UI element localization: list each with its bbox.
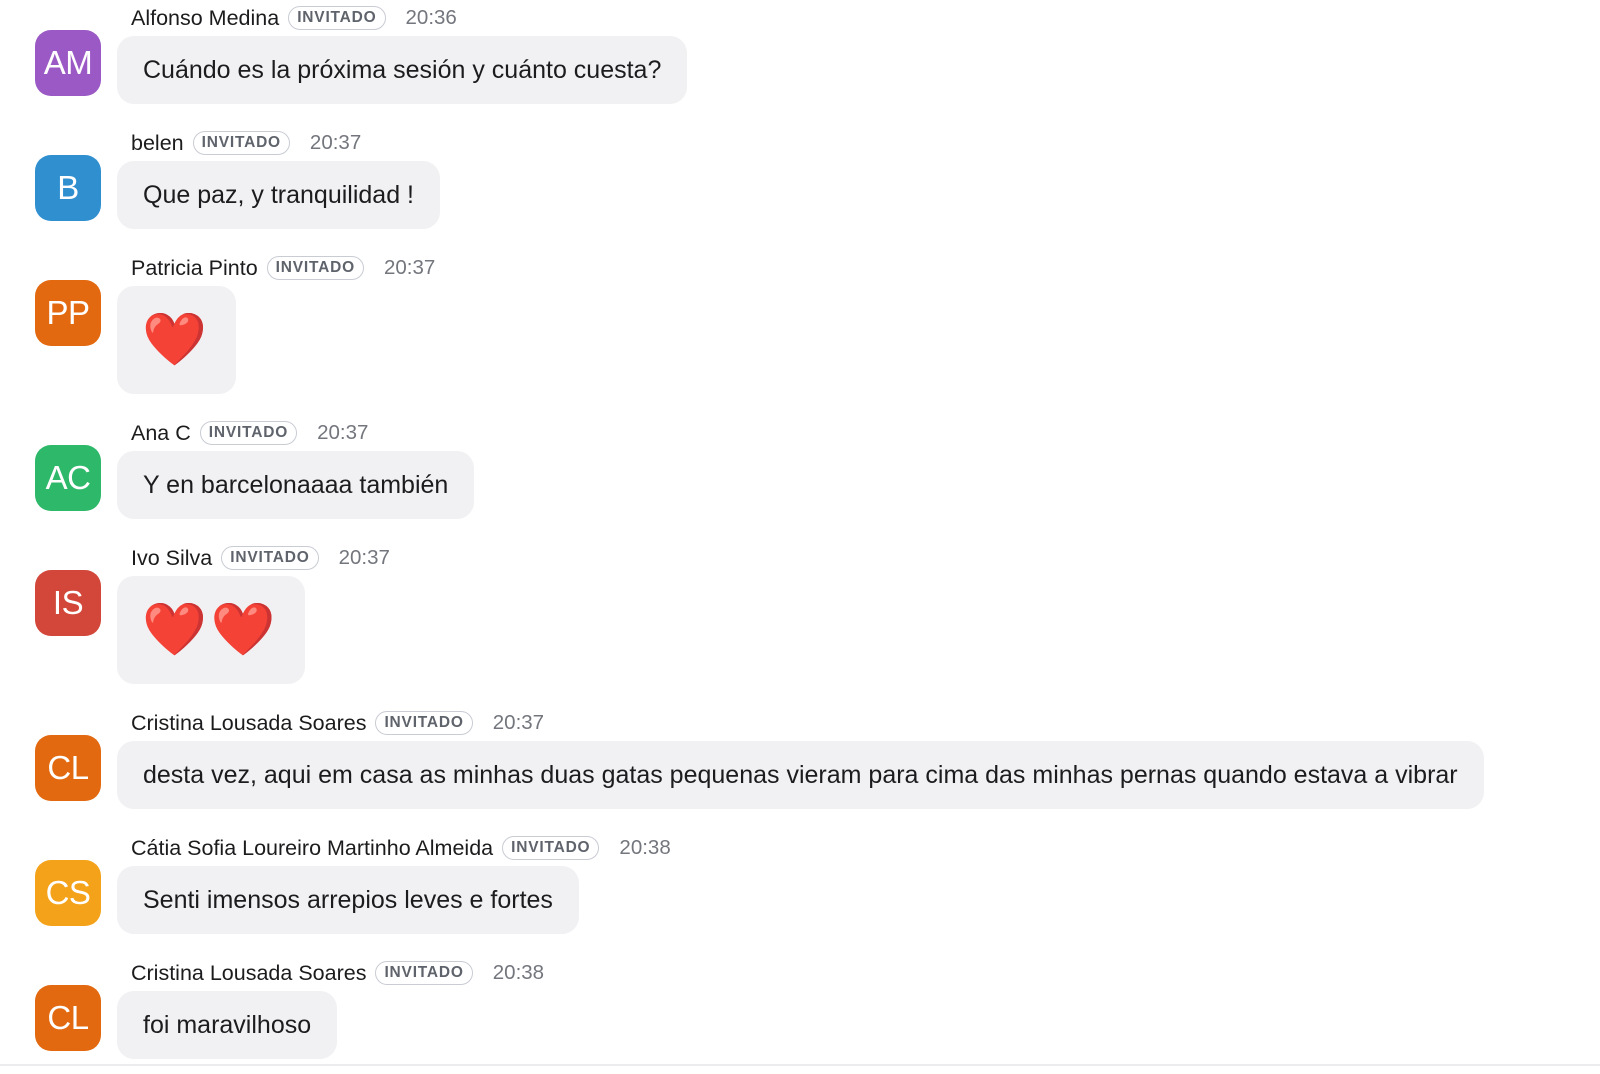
divider [0, 1064, 1600, 1074]
sender-name[interactable]: Ana C [131, 421, 191, 446]
message-time: 20:38 [492, 961, 545, 984]
guest-badge: INVITADO [266, 256, 364, 280]
message-time: 20:37 [309, 131, 362, 154]
avatar: AM [35, 30, 101, 96]
message-bubble[interactable]: foi maravilhoso [117, 991, 338, 1059]
sender-name[interactable]: Cátia Sofia Loureiro Martinho Almeida [131, 836, 493, 861]
message-header: belen INVITADO 20:37 [131, 128, 361, 158]
message-header: Ivo Silva INVITADO 20:37 [131, 543, 390, 573]
message-header: Ana C INVITADO 20:37 [131, 418, 368, 448]
sender-name[interactable]: Ivo Silva [131, 546, 212, 571]
sender-name[interactable]: Alfonso Medina [131, 6, 279, 31]
avatar: PP [35, 280, 101, 346]
message-bubble[interactable]: desta vez, aqui em casa as minhas duas g… [117, 741, 1484, 809]
chat-message-list: AM Alfonso Medina INVITADO 20:36 Cuándo … [0, 0, 1600, 1064]
message-time: 20:37 [492, 711, 545, 734]
avatar: B [35, 155, 101, 221]
sender-name[interactable]: Patricia Pinto [131, 256, 258, 281]
message-time: 20:37 [383, 256, 436, 279]
message-bubble[interactable]: Cuándo es la próxima sesión y cuánto cue… [117, 36, 688, 104]
message-time: 20:37 [338, 546, 390, 569]
sender-name[interactable]: belen [131, 131, 184, 156]
guest-badge: INVITADO [502, 836, 600, 860]
message-header: Cristina Lousada Soares INVITADO 20:37 [131, 708, 544, 738]
guest-badge: INVITADO [221, 546, 319, 570]
message-header: Cátia Sofia Loureiro Martinho Almeida IN… [131, 833, 671, 863]
avatar: CS [35, 860, 101, 926]
message-header: Cristina Lousada Soares INVITADO 20:38 [131, 958, 544, 988]
guest-badge: INVITADO [199, 421, 298, 445]
message-time: 20:37 [317, 421, 369, 444]
guest-badge: INVITADO [375, 711, 473, 735]
guest-badge: INVITADO [288, 6, 386, 30]
message-bubble[interactable]: ❤️ [117, 286, 236, 394]
sender-name[interactable]: Cristina Lousada Soares [131, 961, 366, 986]
message-bubble[interactable]: ❤️❤️ [117, 576, 305, 684]
message-time: 20:36 [405, 6, 457, 29]
message-bubble[interactable]: Que paz, y tranquilidad ! [117, 161, 440, 229]
avatar: IS [35, 570, 101, 636]
message-time: 20:38 [619, 836, 671, 859]
avatar: AC [35, 445, 101, 511]
message-bubble[interactable]: Y en barcelonaaaa también [117, 451, 475, 519]
message-bubble[interactable]: Senti imensos arrepios leves e fortes [117, 866, 579, 934]
sender-name[interactable]: Cristina Lousada Soares [131, 711, 366, 736]
message-header: Patricia Pinto INVITADO 20:37 [131, 253, 435, 283]
guest-badge: INVITADO [192, 131, 290, 155]
avatar: CL [35, 735, 101, 801]
avatar: CL [35, 985, 101, 1051]
guest-badge: INVITADO [375, 961, 473, 985]
message-header: Alfonso Medina INVITADO 20:36 [131, 3, 457, 33]
